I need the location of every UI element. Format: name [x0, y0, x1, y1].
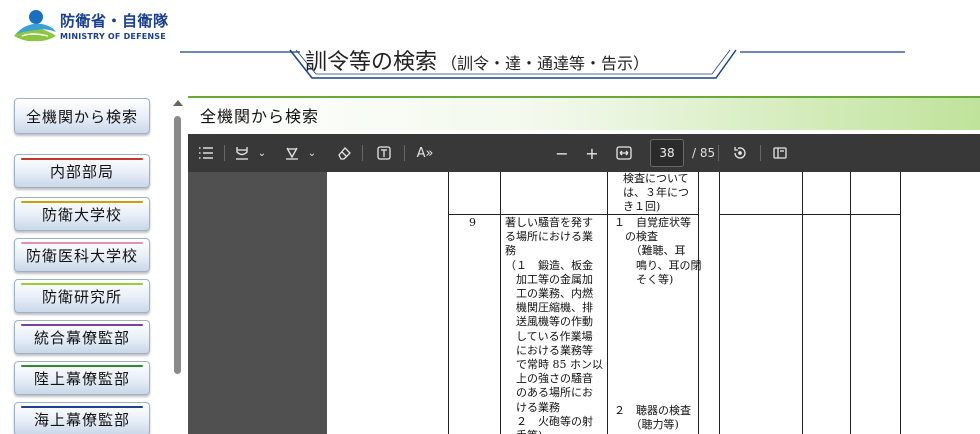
section-header: 全機関から検索: [188, 96, 980, 130]
sidebar-item-research-institute[interactable]: 防衛研究所: [14, 279, 150, 313]
sidebar-scrollbar[interactable]: [172, 100, 184, 434]
sidebar-item-label: 防衛医科大学校: [25, 246, 138, 265]
sidebar-item-color-bar: [21, 158, 143, 160]
mod-emblem-icon: [14, 10, 56, 42]
page-root: 防衛省・自衛隊 MINISTRY OF DEFENSE 訓令等の検索 （訓令・達…: [0, 0, 980, 434]
page-view-icon[interactable]: [770, 142, 790, 164]
section-title: 全機関から検索: [200, 107, 320, 126]
sidebar-item-defense-academy[interactable]: 防衛大学校: [14, 197, 150, 231]
page-title-subtitle: （訓令・達・通達等・告示）: [441, 54, 650, 73]
eraser-icon[interactable]: [334, 142, 354, 164]
table-cell-row-number: 9: [469, 216, 476, 229]
table-line: [500, 172, 501, 434]
toolbar-separator: [224, 145, 225, 161]
table-cell-exam-item-1: １ 自覚症状等 の検査 （難聴、耳 鳴り、耳の閉 そく等): [614, 216, 702, 286]
table-line: [850, 172, 851, 434]
sidebar-item-color-bar: [21, 324, 143, 326]
contents-list-icon[interactable]: [196, 142, 216, 164]
toolbar-separator: [718, 145, 719, 161]
sidebar-item-internal-bureau[interactable]: 内部部局: [14, 154, 150, 188]
table-line: [802, 172, 803, 434]
zoom-in-button[interactable]: +: [582, 142, 602, 164]
sidebar: 全機関から検索 内部部局 防衛大学校 防衛医科大学校 防衛研究所 統合幕僚監部 …: [0, 90, 170, 434]
pdf-toolbar: ⌄ ⌄ A» − + 38 / 85: [188, 134, 980, 172]
sidebar-item-joint-staff[interactable]: 統合幕僚監部: [14, 320, 150, 354]
sidebar-item-label: 防衛研究所: [41, 287, 122, 306]
text-box-icon[interactable]: [374, 142, 394, 164]
logo-japanese-text: 防衛省・自衛隊: [60, 12, 169, 30]
scroll-thumb[interactable]: [174, 116, 181, 374]
table-line: [607, 172, 608, 434]
table-line: [719, 214, 901, 215]
search-all-agencies-label: 全機関から検索: [25, 107, 138, 126]
rotate-icon[interactable]: [730, 142, 750, 164]
table-line: [448, 172, 449, 434]
toolbar-separator: [404, 145, 405, 161]
toolbar-separator: [362, 145, 363, 161]
sidebar-item-color-bar: [21, 242, 143, 244]
scroll-up-arrow-icon[interactable]: [173, 100, 183, 106]
pdf-viewport[interactable]: 検査について は、３年につ き１回) 9 著しい騒音を発す る場所における業 務…: [188, 172, 980, 434]
sidebar-item-label: 防衛大学校: [41, 205, 122, 224]
fit-to-width-icon[interactable]: [614, 142, 634, 164]
table-cell-top-exam: 検査について は、３年につ き１回): [623, 172, 689, 214]
zoom-out-button[interactable]: −: [552, 142, 572, 164]
sidebar-item-color-bar: [21, 406, 143, 408]
sidebar-item-medical-college[interactable]: 防衛医科大学校: [14, 238, 150, 272]
search-all-agencies-button[interactable]: 全機関から検索: [14, 98, 150, 134]
table-line: [698, 172, 699, 434]
pdf-page: 検査について は、３年につ き１回) 9 著しい騒音を発す る場所における業 務…: [327, 172, 980, 434]
table-line: [900, 172, 901, 434]
table-cell-work-description: 著しい騒音を発す る場所における業 務 （１ 鍛造、板金 加工等の金属加 工の業…: [505, 216, 603, 434]
sidebar-item-label: 統合幕僚監部: [33, 328, 130, 347]
sidebar-item-maritime-staff[interactable]: 海上幕僚監部: [14, 402, 150, 434]
page-title: 訓令等の検索 （訓令・達・通達等・告示）: [305, 44, 725, 76]
sidebar-item-color-bar: [21, 283, 143, 285]
sidebar-item-color-bar: [21, 365, 143, 367]
table-cell-exam-item-2: ２ 聴器の検査 （聴力等): [614, 404, 691, 432]
toolbar-separator: [760, 145, 761, 161]
highlight-icon[interactable]: [232, 142, 252, 164]
draw-dropdown-chevron-icon[interactable]: ⌄: [306, 142, 318, 164]
page-number-input[interactable]: 38: [650, 139, 684, 167]
sidebar-item-color-bar: [21, 201, 143, 203]
sidebar-item-label: 内部部局: [49, 162, 114, 181]
highlight-dropdown-chevron-icon[interactable]: ⌄: [256, 142, 268, 164]
sidebar-item-label: 陸上幕僚監部: [33, 369, 130, 388]
draw-icon[interactable]: [282, 142, 302, 164]
read-aloud-icon[interactable]: A»: [414, 142, 436, 164]
sidebar-item-label: 海上幕僚監部: [33, 410, 130, 429]
sidebar-item-ground-staff[interactable]: 陸上幕僚監部: [14, 361, 150, 395]
page-title-main: 訓令等の検索: [305, 50, 438, 75]
table-line: [719, 172, 720, 434]
page-total: / 85: [692, 146, 716, 160]
